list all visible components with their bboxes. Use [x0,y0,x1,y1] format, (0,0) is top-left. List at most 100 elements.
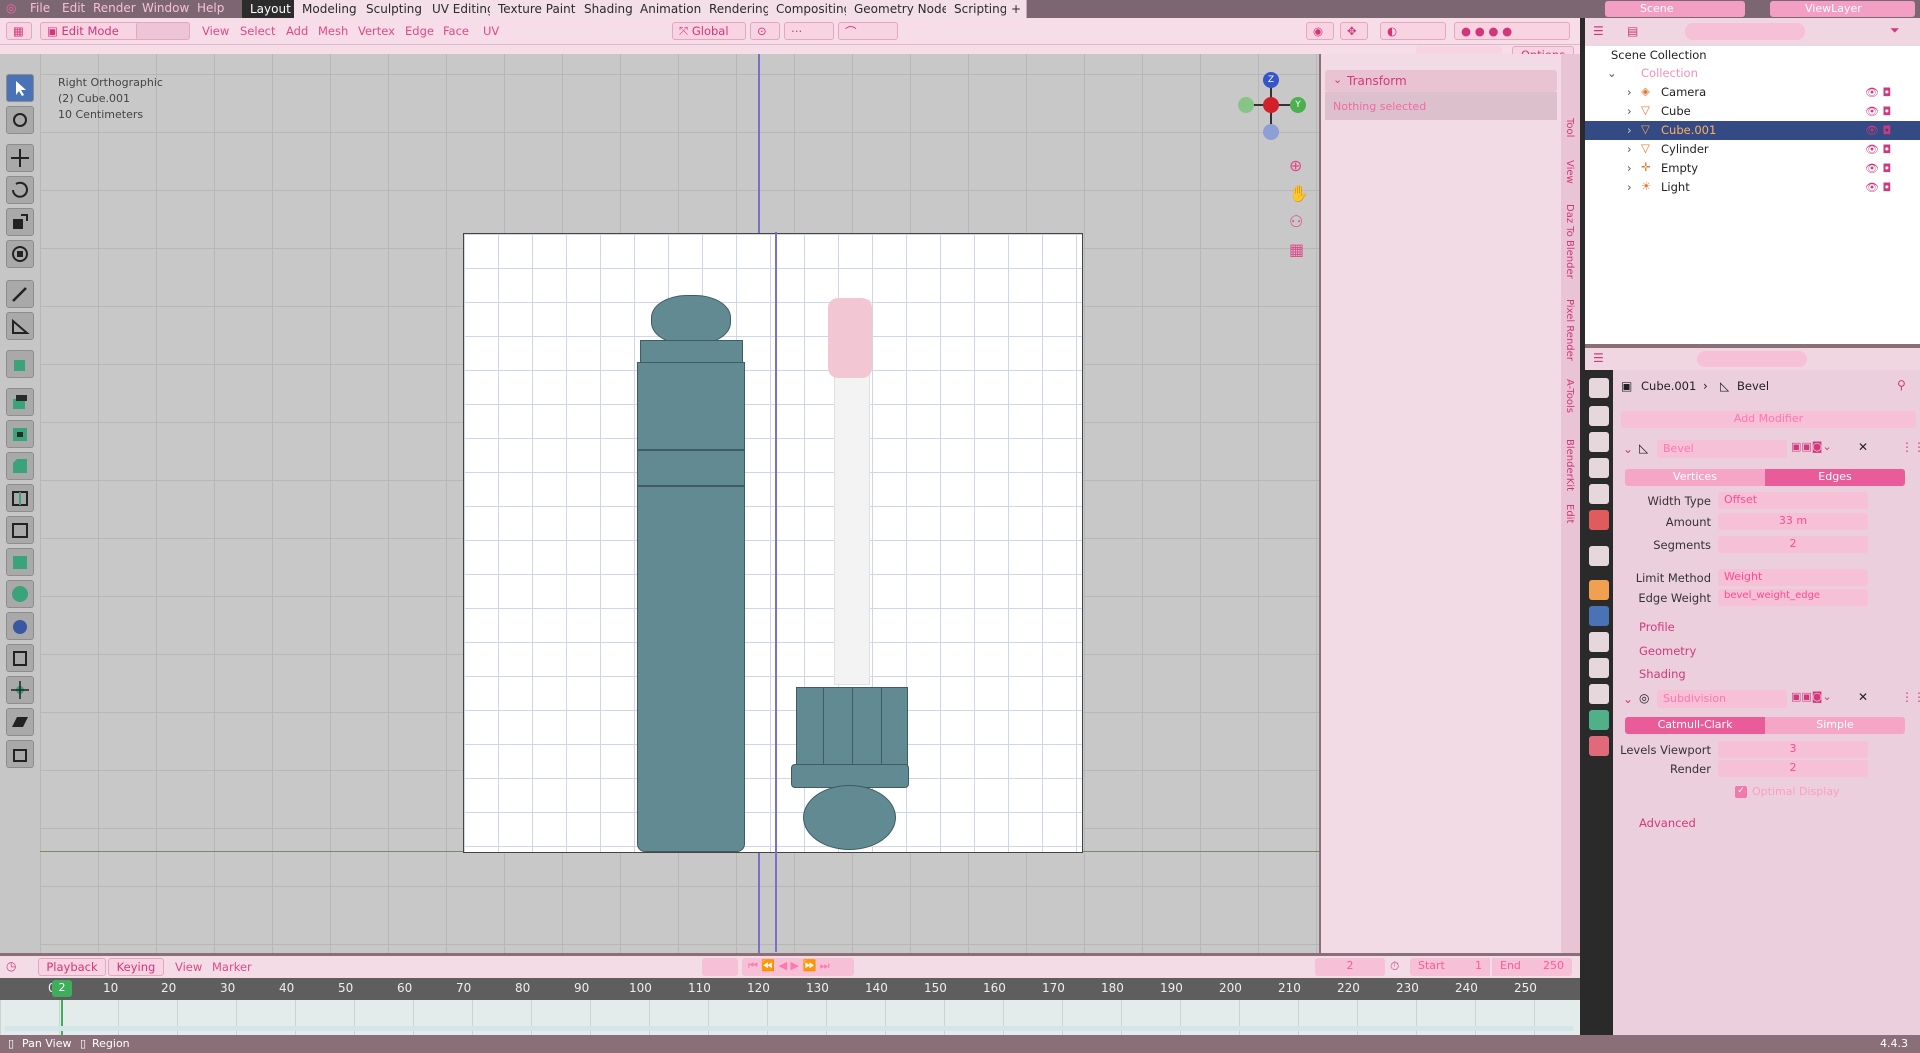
knife-tool[interactable] [6,516,34,544]
poly-build-tool[interactable] [6,548,34,576]
object-props-tab[interactable] [1589,580,1609,600]
clock-icon[interactable]: ◷ [6,959,16,973]
close-icon[interactable]: ✕ [1858,440,1868,454]
select-mode-buttons[interactable] [136,22,190,40]
physics-props-tab[interactable] [1589,658,1609,678]
tab-modeling[interactable]: Modeling [294,0,366,18]
stopwatch-icon[interactable]: ⏱ [1390,959,1399,974]
playback-menu[interactable]: Playback [38,958,106,976]
mode-selector[interactable]: ▣ Edit Mode [40,22,140,40]
shading-section[interactable]: Shading [1639,667,1686,681]
timeline-scrollbar[interactable] [4,1026,1574,1031]
smooth-tool[interactable] [6,612,34,640]
menu-file[interactable]: File [30,1,50,15]
bevel-name-field[interactable]: Bevel [1657,440,1787,458]
visibility-toggles[interactable]: 👁 ◘ 👁 ◘ 👁 ◘ 👁 ◘ 👁 ◘ 👁 ◘ [1865,83,1915,197]
blender-logo-icon[interactable]: ◎ [6,1,16,15]
editor-type-button[interactable]: ▦ [6,22,32,40]
playhead-marker[interactable]: 2 [52,980,72,997]
render-levels-field[interactable]: 2 [1718,760,1868,777]
pivot-point-button[interactable]: ⊙ [750,22,780,40]
menu-edge[interactable]: Edge [405,24,434,38]
filter-icon[interactable]: ⏷ [1890,23,1900,38]
pin-icon[interactable]: ⚲ [1897,378,1906,392]
navigation-gizmo[interactable]: Z Y [1228,64,1318,154]
add-cube-tool[interactable] [6,350,34,378]
tab-animation[interactable]: Animation [632,0,711,18]
properties-search-input[interactable] [1697,351,1807,367]
edge-slide-tool[interactable] [6,644,34,672]
particles-props-tab[interactable] [1589,632,1609,652]
menu-add[interactable]: Add [286,24,308,38]
outliner-editor-icon[interactable]: ☰ [1593,24,1604,38]
shading-mode-buttons[interactable]: ● ● ● ● [1454,22,1570,40]
gizmo-neg-z-axis[interactable] [1263,124,1279,140]
drag-handle-icon[interactable]: ⋮⋮ [1901,440,1920,454]
gizmo-y-axis[interactable]: Y [1290,97,1306,113]
geometry-section[interactable]: Geometry [1639,644,1696,658]
end-frame-field[interactable]: End 250 [1492,958,1572,976]
gizmo-neg-y-axis[interactable] [1238,97,1254,113]
sidebar-tab-daz[interactable]: Daz To Blender [1564,204,1575,279]
move-tool[interactable] [6,144,34,172]
tool-props-tab[interactable] [1589,378,1609,398]
menu-mesh[interactable]: Mesh [318,24,348,38]
gizmo-x-axis[interactable] [1263,97,1279,113]
scale-tool[interactable] [6,208,34,236]
inset-tool[interactable] [6,420,34,448]
zoom-icon[interactable]: ⊕ [1289,156,1302,175]
material-props-tab[interactable] [1589,736,1609,756]
bottle-body[interactable] [637,362,745,852]
wrench-icon[interactable] [1589,606,1609,626]
visibility-button[interactable]: ◉ [1306,22,1334,40]
current-frame-field[interactable]: 2 [1315,958,1385,976]
start-frame-field[interactable]: Start 1 [1410,958,1490,976]
bottle-cap-knob[interactable] [651,295,731,345]
segments-field[interactable]: 2 [1718,536,1868,553]
snap-button[interactable]: ⋯ [784,22,834,40]
outliner-search-input[interactable] [1685,23,1805,40]
gizmo-toggle-button[interactable]: ✥ [1340,22,1368,40]
chevron-right-icon[interactable]: › [1627,142,1632,156]
loop-cut-tool[interactable] [6,484,34,512]
extrude-tool[interactable] [6,388,34,416]
scene-selector[interactable]: Scene [1605,1,1745,17]
add-workspace-button[interactable]: + [1006,0,1028,18]
collection-row[interactable]: ⌄ Collection [1585,64,1920,83]
world-props-tab[interactable] [1589,510,1609,530]
spin-tool[interactable] [6,580,34,608]
timeline-ruler[interactable]: 0 10 20 30 40 50 60 70 80 90 100 110 120… [0,978,1580,1000]
amount-field[interactable]: 33 m [1718,513,1868,530]
view-layer-selector[interactable]: ViewLayer [1770,1,1915,17]
properties-editor-icon[interactable]: ☰ [1593,351,1604,365]
tab-catmull-clark[interactable]: Catmull-Clark [1625,717,1765,734]
sidebar-tab-pixel-render[interactable]: Pixel Render [1564,299,1575,361]
pan-hand-icon[interactable]: ✋ [1289,184,1309,203]
tab-layout[interactable]: Layout [242,0,300,18]
chevron-right-icon[interactable]: › [1627,123,1632,137]
ortho-toggle-icon[interactable]: ▦ [1289,240,1304,259]
add-modifier-button[interactable]: Add Modifier [1621,411,1916,428]
keying-menu[interactable]: Keying [108,958,164,976]
cursor-tool[interactable] [6,106,34,134]
timeline-marker-menu[interactable]: Marker [212,960,252,974]
modifier-toggle-icons[interactable]: ▣▣◙⌄ [1791,690,1832,703]
gizmo-z-axis[interactable]: Z [1263,72,1279,88]
chevron-down-icon[interactable]: ⌄ [1623,692,1633,706]
chevron-right-icon[interactable]: › [1627,180,1632,194]
rotate-tool[interactable] [6,176,34,204]
sidebar-tab-edit[interactable]: Edit [1564,504,1575,523]
menu-uv[interactable]: UV [483,24,499,38]
view-layer-props-tab[interactable] [1589,458,1609,478]
edge-weight-field[interactable]: bevel_weight_edge [1718,589,1868,606]
menu-select[interactable]: Select [240,24,275,38]
tab-edges[interactable]: Edges [1765,469,1905,486]
transform-panel-header[interactable]: ⌄ Transform [1325,70,1557,92]
subdivision-name-field[interactable]: Subdivision [1657,690,1787,708]
chevron-right-icon[interactable]: › [1627,104,1632,118]
transform-tool[interactable] [6,240,34,268]
display-mode-icon[interactable]: ▤ [1627,24,1638,38]
output-props-tab[interactable] [1589,432,1609,452]
sidebar-tab-blenderkit[interactable]: BlenderKit [1564,439,1575,491]
scene-collection-row[interactable]: Scene Collection [1585,46,1920,65]
